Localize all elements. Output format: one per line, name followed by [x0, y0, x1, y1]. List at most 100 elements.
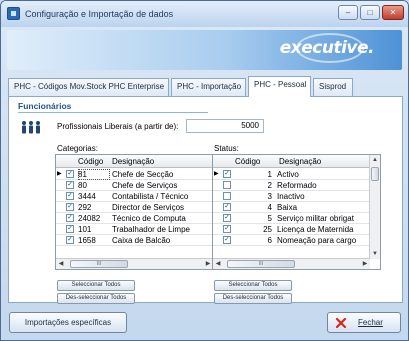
status-label: Status: — [214, 144, 239, 153]
dialog-window: Configuração e Importação de dados – □ ✕… — [0, 0, 409, 341]
table-row[interactable]: ✓ 4 Baixa — [213, 202, 370, 213]
tab-sisprod[interactable]: Sisprod — [313, 78, 353, 96]
row-checkbox[interactable] — [223, 192, 231, 200]
row-pointer-icon: ▶ — [214, 171, 219, 177]
table-row[interactable]: ✓ 5 Serviço militar obrigat — [213, 213, 370, 224]
col-header-codigo[interactable]: Código — [78, 156, 103, 167]
cell-designacao: Serviço militar obrigat — [277, 214, 354, 223]
cell-codigo: 6 — [267, 236, 272, 245]
table-row[interactable]: ✓ 6 Nomeação para cargo — [213, 235, 370, 246]
maximize-button[interactable]: □ — [360, 5, 380, 20]
header-banner: executive. — [7, 30, 402, 70]
row-checkbox[interactable]: ✓ — [66, 203, 74, 211]
row-checkbox[interactable] — [223, 181, 231, 189]
cell-codigo: 2 — [267, 181, 272, 190]
tab-phc-codigos[interactable]: PHC - Códigos Mov.Stock PHC Enterprise — [8, 78, 169, 96]
row-checkbox[interactable]: ✓ — [223, 203, 231, 211]
cell-designacao: Director de Serviços — [112, 203, 185, 212]
cell-codigo: 4 — [267, 203, 272, 212]
col-header-codigo[interactable]: Código — [235, 156, 260, 167]
row-checkbox[interactable]: ✓ — [66, 236, 74, 244]
table-row[interactable]: ✓ 292 Director de Serviços — [56, 202, 213, 213]
cell-designacao: Activo — [277, 170, 299, 179]
cell-designacao: Técnico de Computa — [112, 214, 186, 223]
row-checkbox[interactable]: ✓ — [223, 170, 231, 178]
table-row[interactable]: ✓ 101 Trabalhador de Limpe — [56, 224, 213, 235]
close-x-icon — [335, 317, 347, 329]
fechar-label: Fechar — [358, 318, 383, 327]
categorias-deselect-all-button[interactable]: Des-seleccionar Todos — [57, 293, 135, 304]
cell-codigo: 3444 — [78, 192, 96, 201]
categorias-label: Categorias: — [57, 144, 98, 153]
table-row[interactable]: 2 Reformado — [213, 180, 370, 191]
row-checkbox[interactable]: ✓ — [66, 225, 74, 233]
cell-designacao: Licença de Maternida — [277, 225, 354, 234]
section-title: Funcionários — [18, 101, 72, 111]
row-checkbox[interactable]: ✓ — [223, 236, 231, 244]
cell-designacao: Caixa de Balcão — [112, 236, 171, 245]
row-checkbox[interactable]: ✓ — [66, 170, 74, 178]
row-pointer-icon: ▶ — [57, 171, 62, 177]
cell-designacao: Nomeação para cargo — [277, 236, 357, 245]
profissionais-input[interactable]: 5000 — [186, 119, 264, 133]
categorias-grid[interactable]: Código Designação ▶ ✓ 81 Chefe de Secção… — [55, 154, 224, 270]
vertical-scrollbar[interactable]: ▲ ▼ — [369, 155, 380, 259]
categorias-select-all-button[interactable]: Seleccionar Todos — [57, 280, 135, 291]
status-select-all-button[interactable]: Seleccionar Todos — [214, 280, 292, 291]
table-row[interactable]: ✓ 3444 Contabilista / Técnico — [56, 191, 213, 202]
col-header-designacao[interactable]: Designação — [112, 156, 154, 167]
scroll-left-icon[interactable]: ◀ — [213, 259, 223, 269]
horizontal-scrollbar[interactable]: ◀ III ▶ — [56, 258, 213, 269]
cell-codigo: 24082 — [78, 214, 101, 223]
table-row[interactable]: 3 Inactivo — [213, 191, 370, 202]
table-row[interactable]: ▶ ✓ 1 Activo — [213, 169, 370, 180]
col-header-designacao[interactable]: Designação — [279, 156, 321, 167]
status-grid-header: Código Designação — [213, 155, 370, 168]
cell-designacao: Reformado — [277, 181, 317, 190]
scroll-down-icon[interactable]: ▼ — [370, 249, 380, 259]
row-checkbox[interactable]: ✓ — [66, 214, 74, 222]
profissionais-label: Profissionais Liberais (a partir de): — [57, 122, 179, 131]
title-bar[interactable]: Configuração e Importação de dados – □ ✕ — [1, 1, 408, 27]
cell-designacao: Baixa — [277, 203, 298, 212]
table-row[interactable]: ✓ 1658 Caixa de Balcão — [56, 235, 213, 246]
row-checkbox[interactable]: ✓ — [223, 214, 231, 222]
app-icon — [7, 7, 20, 20]
minimize-button[interactable]: – — [338, 5, 358, 20]
cell-designacao: Chefe de Serviços — [112, 181, 178, 190]
cell-codigo: 292 — [78, 203, 92, 212]
row-checkbox[interactable]: ✓ — [66, 192, 74, 200]
tab-phc-importacao[interactable]: PHC - Importação — [171, 78, 246, 96]
cell-codigo: 3 — [267, 192, 272, 201]
horizontal-scrollbar[interactable]: ◀ III ▶ — [213, 258, 370, 269]
status-deselect-all-button[interactable]: Des-seleccionar Todos — [214, 293, 292, 304]
categorias-grid-header: Código Designação — [56, 155, 213, 168]
scroll-thumb[interactable] — [371, 167, 379, 181]
cell-designacao: Contabilista / Técnico — [112, 192, 189, 201]
hscroll-thumb[interactable]: III — [227, 260, 295, 268]
row-checkbox[interactable]: ✓ — [223, 225, 231, 233]
cell-designacao: Inactivo — [277, 192, 305, 201]
cell-designacao: Trabalhador de Limpe — [112, 225, 190, 234]
table-row[interactable]: ✓ 24082 Técnico de Computa — [56, 213, 213, 224]
status-grid[interactable]: Código Designação ▶ ✓ 1 Activo 2 Reforma… — [212, 154, 381, 270]
scroll-left-icon[interactable]: ◀ — [56, 259, 66, 269]
table-row[interactable]: ▶ ✓ 81 Chefe de Secção — [56, 169, 213, 180]
people-icon — [22, 121, 40, 134]
cell-codigo: 25 — [263, 225, 272, 234]
fechar-button[interactable]: Fechar — [327, 312, 401, 333]
row-checkbox[interactable]: ✓ — [66, 181, 74, 189]
tab-panel-pessoal: Funcionários Profissionais Liberais (a p… — [8, 96, 403, 304]
scroll-up-icon[interactable]: ▲ — [370, 155, 380, 165]
cell-codigo: 5 — [267, 214, 272, 223]
tab-phc-pessoal[interactable]: PHC - Pessoal — [248, 76, 311, 97]
cell-codigo: 1658 — [78, 236, 96, 245]
importacoes-especificas-button[interactable]: Importações específicas — [9, 312, 127, 333]
cell-codigo: 81 — [78, 169, 110, 180]
hscroll-thumb[interactable]: III — [70, 260, 128, 268]
table-row[interactable]: ✓ 80 Chefe de Serviços — [56, 180, 213, 191]
scroll-right-icon[interactable]: ▶ — [360, 259, 370, 269]
close-button[interactable]: ✕ — [382, 5, 404, 20]
table-row[interactable]: ✓ 25 Licença de Maternida — [213, 224, 370, 235]
cell-codigo: 80 — [78, 181, 87, 190]
